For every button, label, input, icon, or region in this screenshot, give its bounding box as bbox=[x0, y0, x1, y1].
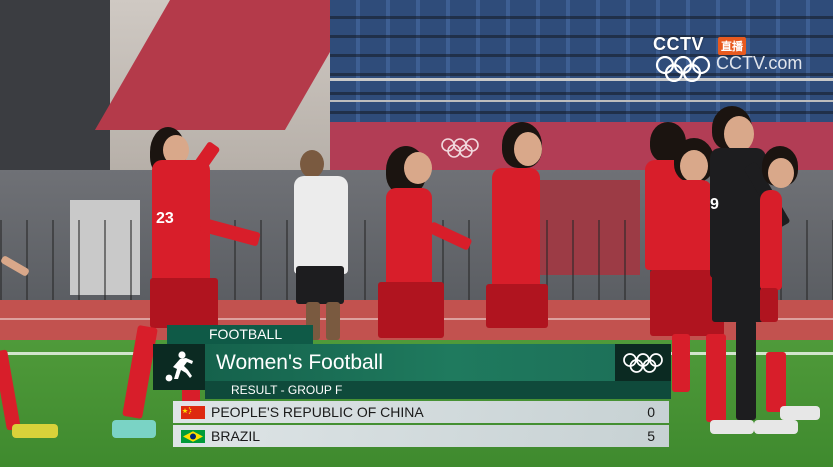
team-score: 5 bbox=[647, 428, 655, 444]
olympic-rings-icon bbox=[623, 352, 663, 373]
cctv-logo-text: CCTV bbox=[653, 34, 704, 54]
team-name: PEOPLE'S REPUBLIC OF CHINA bbox=[211, 404, 424, 420]
team-row: BRAZIL 5 bbox=[173, 425, 669, 447]
cctv-site-text: CCTV.com bbox=[716, 53, 803, 73]
team-score: 0 bbox=[647, 404, 655, 420]
result-subtitle: RESULT - GROUP F bbox=[205, 381, 671, 399]
event-title: Women's Football bbox=[205, 344, 615, 381]
team-row: PEOPLE'S REPUBLIC OF CHINA 0 bbox=[173, 401, 669, 423]
jersey-number: 9 bbox=[710, 196, 719, 213]
rings-box bbox=[615, 344, 671, 381]
brazil-flag bbox=[181, 430, 205, 443]
jersey-number: 23 bbox=[156, 210, 174, 227]
china-flag bbox=[181, 406, 205, 419]
broadcaster-logo: CCTV 直播 CCTV.com bbox=[650, 34, 815, 84]
team-name: BRAZIL bbox=[211, 428, 261, 444]
pictogram-box bbox=[153, 344, 205, 390]
sport-label: FOOTBALL bbox=[167, 325, 313, 344]
result-graphic: FOOTBALL Women's Football RESULT - GROUP… bbox=[153, 325, 671, 447]
olympic-rings-icon bbox=[441, 138, 479, 158]
railing bbox=[330, 100, 833, 102]
football-pictogram-icon bbox=[165, 351, 193, 382]
olympic-rings-icon bbox=[655, 56, 711, 82]
